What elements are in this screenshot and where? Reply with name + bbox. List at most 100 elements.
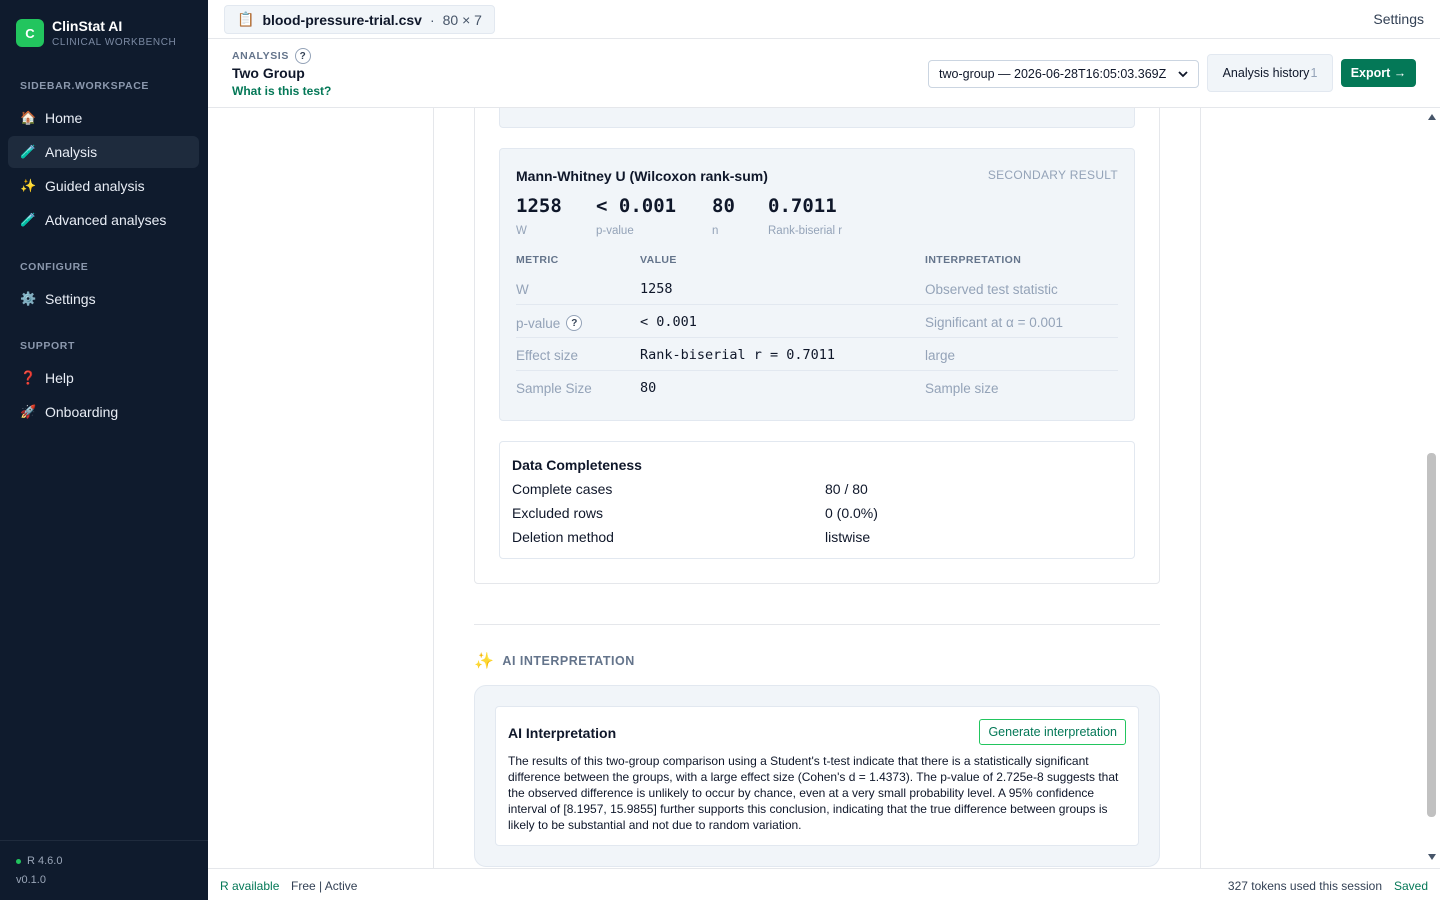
primary-result-card: [499, 108, 1135, 128]
brand[interactable]: C ClinStat AI CLINICAL WORKBENCH: [16, 18, 176, 48]
stat-value: < 0.001: [596, 195, 677, 217]
save-status: Saved: [1393, 879, 1428, 893]
column-header-interpretation: INTERPRETATION: [925, 254, 1022, 266]
value-cell: 80: [640, 380, 657, 396]
vertical-scrollbar[interactable]: [1424, 108, 1440, 868]
r-version: R 4.6.0: [16, 855, 62, 867]
home-icon: 🏠: [20, 110, 37, 125]
export-button[interactable]: Export →: [1341, 59, 1416, 87]
ai-interpretation-panel: AI Interpretation Generate interpretatio…: [474, 685, 1160, 867]
sidebar-item-label: Settings: [45, 291, 96, 307]
app-logo: C: [16, 19, 44, 47]
stat-value: 1258: [516, 195, 562, 217]
sidebar: C ClinStat AI CLINICAL WORKBENCH SIDEBAR…: [0, 0, 208, 900]
plan-status: Free | Active: [291, 879, 358, 893]
completeness-row: Excluded rows 0 (0.0%): [512, 505, 1112, 521]
question-icon: ❓: [20, 370, 37, 385]
dataset-dimensions: 80 × 7: [442, 11, 482, 28]
sidebar-item-home[interactable]: 🏠 Home: [8, 102, 199, 134]
completeness-label: Deletion method: [512, 529, 614, 545]
secondary-result-card: Mann-Whitney U (Wilcoxon rank-sum) SECON…: [499, 148, 1135, 421]
status-bar: R available Free | Active 327 tokens use…: [208, 868, 1440, 900]
analysis-run-select[interactable]: two-group — 2026-06-28T16:05:03.369Z: [928, 60, 1199, 88]
ai-card-title: AI Interpretation: [508, 725, 617, 741]
what-is-this-test-link[interactable]: What is this test?: [232, 84, 331, 98]
settings-link[interactable]: Settings: [1373, 11, 1424, 27]
completeness-row: Deletion method listwise: [512, 529, 1112, 545]
interpretation-cell: large: [925, 348, 956, 363]
column-divider-right: [1200, 108, 1201, 868]
scroll-up-arrow-icon[interactable]: [1428, 112, 1436, 122]
column-divider-left: [433, 108, 434, 868]
history-count-badge: 1: [1310, 66, 1318, 80]
help-icon[interactable]: ?: [294, 48, 311, 64]
analysis-history-button[interactable]: Analysis history 1: [1207, 54, 1333, 92]
scroll-down-arrow-icon[interactable]: [1428, 852, 1436, 862]
sidebar-item-help[interactable]: ❓ Help: [8, 362, 199, 394]
analysis-header: ANALYSIS ? Two Group What is this test? …: [208, 39, 1440, 108]
generate-interpretation-button[interactable]: Generate interpretation: [979, 719, 1126, 745]
app-name: ClinStat AI: [52, 18, 123, 34]
completeness-label: Excluded rows: [512, 505, 604, 521]
table-row: Effect size Rank-biserial r = 0.7011 lar…: [516, 338, 1118, 371]
main-content: Mann-Whitney U (Wilcoxon rank-sum) SECON…: [208, 108, 1440, 868]
metric-cell: Effect size: [516, 348, 579, 363]
stat-rank-biserial: 0.7011 Rank-biserial r: [768, 195, 842, 237]
token-usage: 327 tokens used this session: [1227, 879, 1382, 893]
app-version: v0.1.0: [16, 874, 46, 886]
help-icon[interactable]: ?: [566, 315, 583, 331]
history-button-label: Analysis history: [1222, 66, 1310, 80]
stat-label: n: [712, 225, 719, 237]
stat-n: 80 n: [712, 195, 735, 237]
ai-section-header: ✨ AI INTERPRETATION: [474, 651, 635, 671]
secondary-result-title: Mann-Whitney U (Wilcoxon rank-sum): [516, 168, 768, 184]
gear-icon: ⚙️: [20, 291, 37, 306]
stat-p-value: < 0.001 p-value: [596, 195, 676, 237]
sidebar-item-label: Analysis: [45, 144, 98, 160]
section-divider: [474, 624, 1160, 625]
column-header-value: VALUE: [640, 254, 677, 266]
interpretation-cell: Observed test statistic: [925, 282, 1058, 297]
analysis-label-text: ANALYSIS: [232, 50, 289, 62]
test-tube-icon: 🧪: [20, 144, 37, 159]
run-select-value: two-group — 2026-06-28T16:05:03.369Z: [939, 67, 1167, 81]
sparkles-icon: ✨: [474, 653, 495, 670]
value-cell: < 0.001: [640, 314, 697, 330]
app-subtitle: CLINICAL WORKBENCH: [52, 37, 177, 48]
sidebar-item-analysis[interactable]: 🧪 Analysis: [8, 136, 199, 168]
sidebar-item-label: Guided analysis: [45, 178, 145, 194]
clipboard-icon: 📋: [237, 11, 255, 27]
metric-cell: p-value ?: [516, 315, 583, 331]
page-title: Two Group: [232, 65, 305, 81]
stat-value: 80: [712, 195, 735, 217]
sidebar-item-label: Advanced analyses: [45, 212, 167, 228]
r-status: R available: [220, 879, 280, 893]
completeness-title: Data Completeness: [512, 457, 642, 473]
table-row: p-value ? < 0.001 Significant at α = 0.0…: [516, 305, 1118, 338]
dataset-chip[interactable]: 📋 blood-pressure-trial.csv · 80 × 7: [224, 5, 495, 34]
sidebar-item-guided-analysis[interactable]: ✨ Guided analysis: [8, 170, 199, 202]
metric-label: p-value: [516, 315, 561, 331]
ai-interpretation-card: AI Interpretation Generate interpretatio…: [495, 706, 1139, 846]
sparkles-icon: ✨: [20, 178, 37, 193]
sidebar-section-support: SUPPORT: [20, 340, 75, 352]
sidebar-item-advanced-analyses[interactable]: 🧪 Advanced analyses: [8, 204, 199, 236]
completeness-value: 80 / 80: [825, 481, 868, 497]
stat-value: 0.7011: [768, 195, 837, 217]
rocket-icon: 🚀: [20, 404, 37, 419]
completeness-row: Complete cases 80 / 80: [512, 481, 1112, 497]
sidebar-item-settings[interactable]: ⚙️ Settings: [8, 283, 199, 315]
stat-label: p-value: [596, 225, 634, 237]
stat-w: 1258 W: [516, 195, 562, 237]
value-cell: Rank-biserial r = 0.7011: [640, 347, 836, 363]
completeness-label: Complete cases: [512, 481, 613, 497]
ai-section-label: AI INTERPRETATION: [502, 654, 635, 668]
sidebar-section-configure: CONFIGURE: [20, 261, 89, 273]
metric-cell: W: [516, 282, 529, 297]
r-version-label: R 4.6.0: [27, 855, 63, 867]
top-bar: 📋 blood-pressure-trial.csv · 80 × 7 Sett…: [208, 0, 1440, 39]
table-row: Sample Size 80 Sample size: [516, 371, 1118, 404]
status-dot-icon: [16, 858, 21, 864]
sidebar-item-onboarding[interactable]: 🚀 Onboarding: [8, 396, 199, 428]
scrollbar-thumb[interactable]: [1427, 453, 1436, 817]
